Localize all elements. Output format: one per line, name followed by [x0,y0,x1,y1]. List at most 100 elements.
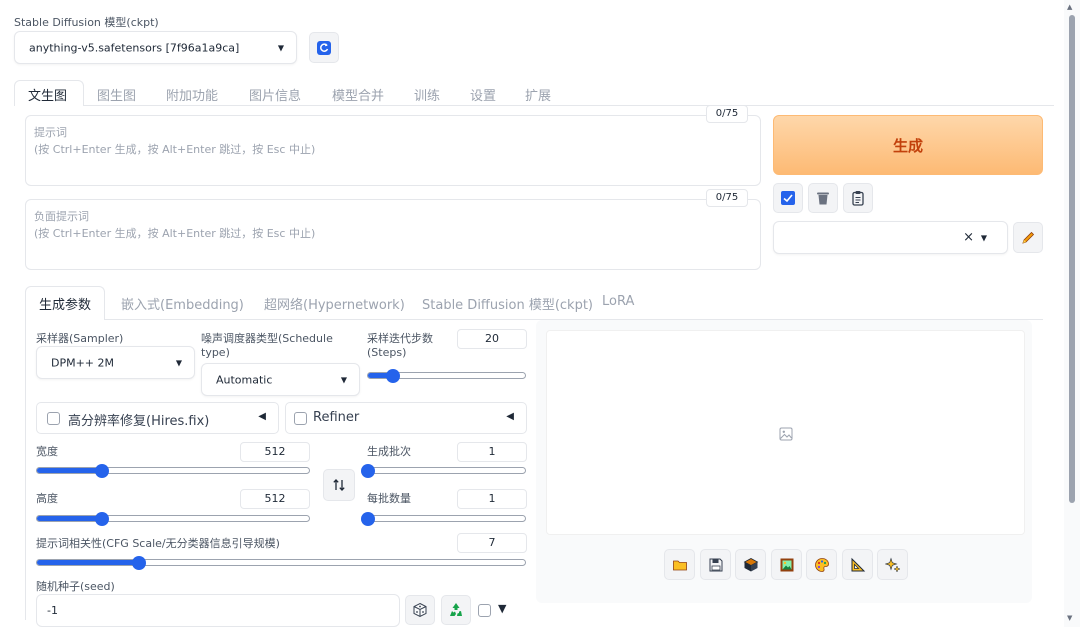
tab-extensions[interactable]: 扩展 [525,85,551,104]
sampler-select[interactable]: DPM++ 2M ▼ [36,346,195,379]
prompt-hint: (按 Ctrl+Enter 生成，按 Alt+Enter 跳过，按 Esc 中止… [34,143,316,156]
chevron-down-icon: ▼ [340,375,347,384]
batch-size-value[interactable]: 1 [457,489,527,509]
collapse-arrow-icon[interactable]: ◀ [506,411,514,422]
generate-button[interactable]: 生成 [773,115,1043,175]
width-slider-thumb[interactable] [95,463,110,478]
batch-size-slider-thumb[interactable] [361,511,375,526]
refresh-icon [317,40,331,55]
scroll-up-icon[interactable]: ▲ [1067,3,1072,11]
checkbox-checked-icon [781,191,795,205]
edit-styles-button[interactable] [1013,222,1043,253]
steps-label-line1: 采样迭代步数 [367,332,433,345]
batch-count-slider-thumb[interactable] [361,463,375,478]
width-slider[interactable] [36,463,310,478]
clear-styles-icon[interactable]: × [963,230,974,245]
palette-icon [814,557,829,572]
save-button[interactable] [700,549,731,580]
height-slider[interactable] [36,511,310,526]
panel-left-border [25,320,26,620]
chevron-down-icon: ▼ [980,233,987,242]
read-params-button[interactable] [773,183,803,213]
swap-dimensions-button[interactable] [323,469,355,501]
tab-lora[interactable]: LoRA [602,294,634,309]
pencil-icon [1022,231,1035,244]
height-slider-thumb[interactable] [95,511,110,526]
extra-networks-button[interactable] [877,549,908,580]
refiner-checkbox[interactable] [294,412,307,425]
send-to-inpaint-button[interactable] [806,549,837,580]
hires-fix-checkbox[interactable] [47,412,60,425]
model-label: Stable Diffusion 模型(ckpt) [14,16,159,29]
tab-hypernetwork[interactable]: 超网络(Hypernetwork) [264,294,405,313]
hires-fix-label: 高分辨率修复(Hires.fix) [68,414,210,429]
scrollbar[interactable]: ▲ ▼ [1064,0,1080,627]
model-value: anything-v5.safetensors [7f96a1a9ca] [29,41,240,54]
styles-select[interactable]: × ▼ [773,221,1008,254]
negative-prompt-hint: (按 Ctrl+Enter 生成，按 Alt+Enter 跳过，按 Esc 中止… [34,227,316,240]
cfg-value[interactable]: 7 [457,533,527,553]
scrollbar-thumb[interactable] [1069,15,1075,503]
package-icon [743,557,758,571]
open-folder-button[interactable] [664,549,695,580]
recycle-icon [450,603,462,616]
batch-count-slider[interactable] [361,463,526,478]
tab-png-info[interactable]: 图片信息 [249,85,301,104]
output-gallery [546,330,1025,535]
batch-size-slider[interactable] [361,511,526,526]
hires-fix-accordion[interactable]: 高分辨率修复(Hires.fix) ◀ [36,402,279,434]
reuse-seed-button[interactable] [441,595,471,625]
steps-slider[interactable] [367,368,526,383]
tab-txt2img[interactable]: 文生图 [28,85,67,104]
model-select[interactable]: anything-v5.safetensors [7f96a1a9ca] ▼ [14,31,297,64]
tab-checkpoint-merger[interactable]: 模型合并 [332,85,384,104]
steps-slider-thumb[interactable] [386,368,401,383]
cfg-slider-fill [37,560,140,565]
chevron-down-icon: ▼ [175,358,182,367]
schedule-label-line2: type) [201,346,230,359]
save-icon [709,558,722,571]
refresh-model-button[interactable] [309,32,339,63]
extra-seed-checkbox[interactable] [478,604,491,617]
tab-train[interactable]: 训练 [414,85,440,104]
steps-label-line2: (Steps) [367,346,407,359]
tab-embedding[interactable]: 嵌入式(Embedding) [121,294,244,313]
batch-count-value[interactable]: 1 [457,442,527,462]
width-value[interactable]: 512 [240,442,310,462]
random-seed-button[interactable] [405,595,435,625]
collapse-arrow-icon[interactable]: ◀ [258,411,266,422]
tab-checkpoints[interactable]: Stable Diffusion 模型(ckpt) [422,294,593,313]
zip-button[interactable] [735,549,766,580]
cfg-label: 提示词相关性(CFG Scale/无分类器信息引导规模) [36,537,280,550]
height-value[interactable]: 512 [240,489,310,509]
dice-icon [413,602,427,618]
tab-generation-params[interactable]: 生成参数 [39,294,91,313]
apply-styles-button[interactable] [843,183,873,213]
height-label: 高度 [36,492,58,505]
schedule-label-line1: 噪声调度器类型(Schedule [201,332,333,345]
seed-input[interactable]: -1 [36,594,400,627]
negative-prompt-input[interactable]: 负面提示词 (按 Ctrl+Enter 生成，按 Alt+Enter 跳过，按 … [25,199,761,270]
cfg-slider-thumb[interactable] [132,555,147,570]
tab-extras[interactable]: 附加功能 [166,85,218,104]
prompt-label: 提示词 [34,126,67,139]
tab-settings[interactable]: 设置 [470,85,496,104]
chevron-down-icon: ▼ [277,43,284,52]
image-placeholder-icon [779,427,793,441]
tab-img2img[interactable]: 图生图 [97,85,136,104]
sampler-value: DPM++ 2M [51,356,115,369]
send-to-extras-button[interactable] [842,549,873,580]
refiner-accordion[interactable]: Refiner ◀ [285,402,527,434]
schedule-select[interactable]: Automatic ▼ [201,363,360,396]
clear-prompt-button[interactable] [808,183,838,213]
scroll-down-icon[interactable]: ▼ [1067,614,1072,622]
extra-seed-toggle[interactable]: ▼ [498,602,506,615]
send-to-img2img-button[interactable] [771,549,802,580]
width-label: 宽度 [36,445,58,458]
batch-count-label: 生成批次 [367,445,411,458]
width-slider-fill [37,468,103,473]
steps-value[interactable]: 20 [457,329,527,349]
prompt-input[interactable]: 提示词 (按 Ctrl+Enter 生成，按 Alt+Enter 跳过，按 Es… [25,115,761,186]
cfg-slider[interactable] [36,555,526,570]
generate-label: 生成 [892,136,923,155]
